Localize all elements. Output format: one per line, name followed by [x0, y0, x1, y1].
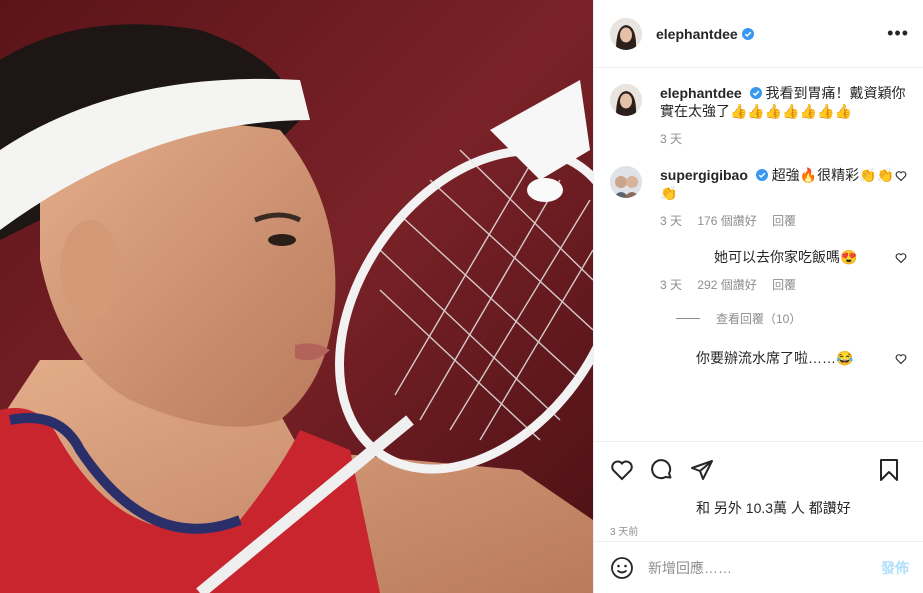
view-replies-line [676, 318, 700, 319]
comment-likes[interactable]: 176 個讚好 [697, 214, 756, 228]
like-button[interactable] [602, 450, 642, 490]
comment-item: supergigibao 超強🔥很精彩👏👏👏 3 天 176 個讚好 回覆 [610, 166, 907, 230]
comment-input[interactable] [648, 559, 881, 576]
likes-summary[interactable]: 和 另外 10.3萬 人 都讚好 [594, 497, 923, 519]
caption: elephantdee 我看到胃痛！戴資穎你實在太強了👍👍👍👍👍👍👍 3 天 [610, 84, 907, 148]
view-replies-button[interactable]: 查看回覆（10） [676, 310, 907, 327]
bookmark-button[interactable] [869, 450, 909, 490]
comment-item: 她可以去你家吃飯嗎😍 3 天 292 個讚好 回覆 [610, 248, 907, 294]
comment-time[interactable]: 3 天 [660, 214, 682, 228]
heart-icon[interactable] [895, 252, 907, 264]
commenter-avatar[interactable] [610, 248, 642, 280]
comment-meta: 3 天 292 個讚好 回覆 [660, 276, 907, 294]
comment-button[interactable] [642, 450, 682, 490]
heart-icon [611, 460, 633, 480]
post-actions [594, 441, 923, 497]
post-sidebar: elephantdee ••• elephantdee 我看到胃痛！戴資穎你實在… [593, 0, 923, 593]
comments-section: elephantdee 我看到胃痛！戴資穎你實在太強了👍👍👍👍👍👍👍 3 天 s… [594, 68, 923, 441]
reply-button[interactable]: 回覆 [772, 214, 796, 228]
caption-username[interactable]: elephantdee [660, 85, 742, 101]
share-button[interactable] [682, 450, 722, 490]
comment-likes[interactable]: 292 個讚好 [697, 278, 756, 292]
avatar-image [610, 84, 642, 116]
add-comment-bar: 發佈 [594, 541, 923, 593]
caption-avatar[interactable] [610, 84, 642, 116]
post-timestamp[interactable]: 3 天前 [594, 519, 923, 541]
likes-summary-text: 和 另外 10.3萬 人 都讚好 [696, 500, 851, 516]
commenter-avatar[interactable] [610, 166, 642, 198]
commenter-avatar[interactable] [610, 349, 642, 381]
heart-icon[interactable] [895, 170, 907, 182]
comment-item: 你要辦流水席了啦……😂 [610, 349, 907, 381]
reply-button[interactable]: 回覆 [772, 278, 796, 292]
share-icon [691, 459, 713, 480]
comment-meta: 3 天 176 個讚好 回覆 [660, 212, 907, 230]
avatar-image [610, 17, 642, 50]
post-comment-button[interactable]: 發佈 [881, 558, 909, 578]
post-photo[interactable] [0, 0, 593, 593]
badminton-player-photo [0, 0, 593, 593]
instagram-post-view: elephantdee ••• elephantdee 我看到胃痛！戴資穎你實在… [0, 0, 923, 593]
comment-username[interactable]: supergigibao [660, 167, 748, 183]
verified-badge-icon [741, 27, 754, 40]
caption-time[interactable]: 3 天 [660, 132, 682, 146]
heart-icon[interactable] [895, 353, 907, 365]
avatar-image [610, 166, 642, 198]
author-username[interactable]: elephantdee [656, 26, 738, 42]
more-options-icon[interactable]: ••• [887, 23, 909, 44]
comment-icon [651, 458, 672, 479]
comment-text: 她可以去你家吃飯嗎😍 [714, 249, 858, 265]
caption-meta: 3 天 [660, 130, 907, 148]
view-replies-label: 查看回覆（10） [716, 312, 802, 326]
post-header: elephantdee ••• [594, 0, 923, 68]
author-avatar[interactable] [610, 17, 642, 50]
bookmark-icon [880, 458, 898, 481]
verified-badge-icon [749, 87, 762, 99]
comment-text: 你要辦流水席了啦……😂 [696, 350, 854, 366]
verified-badge-icon [755, 169, 768, 181]
emoji-icon[interactable] [610, 556, 634, 580]
comment-time[interactable]: 3 天 [660, 278, 682, 292]
